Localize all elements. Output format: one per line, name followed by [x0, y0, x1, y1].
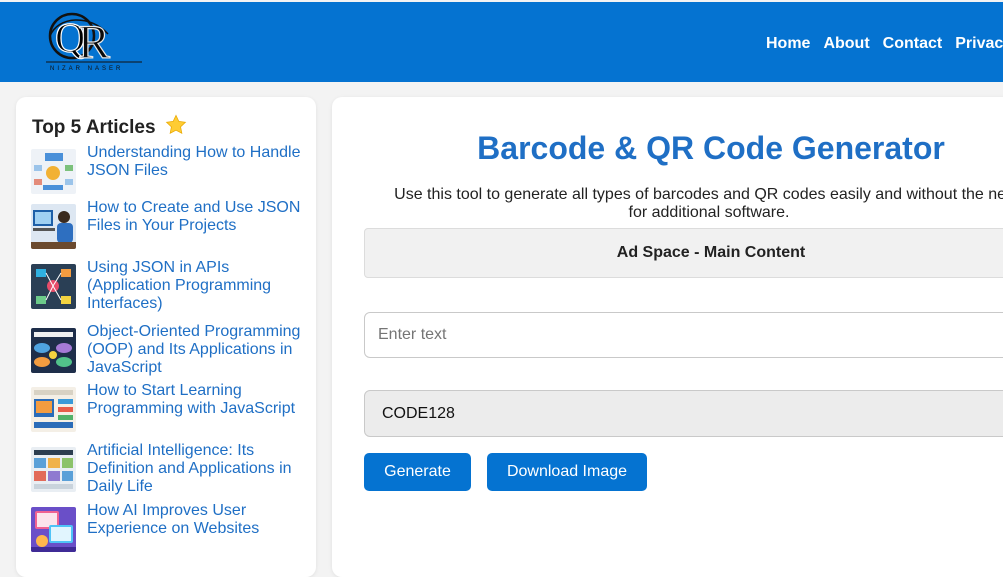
- ad-space-label: Ad Space - Main Content: [616, 244, 806, 261]
- logo-caption: NIZAR NASER: [50, 66, 124, 72]
- generator-card: Barcode & QR Code Generator Use this too…: [332, 97, 1003, 577]
- text-input[interactable]: [364, 312, 1003, 358]
- download-image-button[interactable]: Download Image: [487, 453, 647, 491]
- barcode-format-select[interactable]: CODE128: [364, 390, 1003, 437]
- svg-text:R: R: [78, 16, 110, 69]
- article-thumbnail: [31, 387, 76, 432]
- article-thumbnail: [31, 507, 76, 552]
- sidebar: Top 5 Articles Understanding How to Hand…: [16, 97, 316, 577]
- article-link[interactable]: How AI Improves User Experience on Websi…: [87, 502, 307, 538]
- page-title: Barcode & QR Code Generator: [477, 130, 945, 166]
- star-icon: [165, 114, 187, 142]
- article-thumbnail: [31, 447, 76, 492]
- site-header: Q R NIZAR NASER Home About Contact Priva…: [0, 2, 1003, 82]
- article-link[interactable]: How to Start Learning Programming with J…: [87, 382, 307, 418]
- article-thumbnail: [31, 264, 76, 309]
- main-nav: Home About Contact Privacy: [766, 33, 1003, 55]
- barcode-format-value: CODE128: [382, 405, 455, 422]
- site-logo[interactable]: Q R NIZAR NASER: [38, 6, 150, 76]
- sidebar-title: Top 5 Articles: [32, 114, 187, 142]
- sidebar-title-text: Top 5 Articles: [32, 117, 156, 138]
- nav-privacy[interactable]: Privacy: [955, 33, 1003, 55]
- ad-space: Ad Space - Main Content: [364, 228, 1003, 278]
- article-link[interactable]: Artificial Intelligence: Its Definition …: [87, 442, 307, 496]
- article-thumbnail: [31, 328, 76, 373]
- article-thumbnail: [31, 149, 76, 194]
- article-link[interactable]: Using JSON in APIs (Application Programm…: [87, 259, 307, 313]
- article-link[interactable]: How to Create and Use JSON Files in Your…: [87, 199, 307, 235]
- page-description: Use this tool to generate all types of b…: [394, 186, 1003, 221]
- article-link[interactable]: Understanding How to Handle JSON Files: [87, 144, 307, 180]
- generate-button[interactable]: Generate: [364, 453, 471, 491]
- nav-home[interactable]: Home: [766, 33, 810, 55]
- article-link[interactable]: Object-Oriented Programming (OOP) and It…: [87, 323, 307, 377]
- nav-about[interactable]: About: [823, 33, 869, 55]
- article-thumbnail: [31, 204, 76, 249]
- nav-contact[interactable]: Contact: [883, 33, 943, 55]
